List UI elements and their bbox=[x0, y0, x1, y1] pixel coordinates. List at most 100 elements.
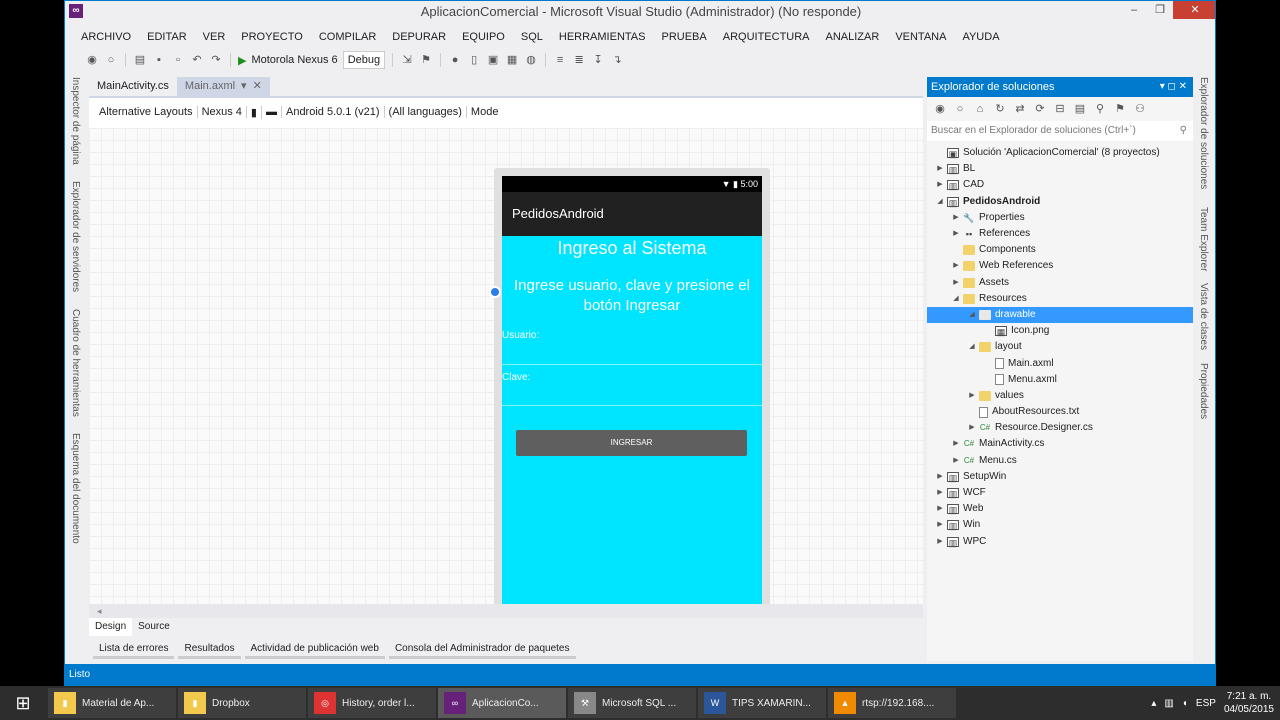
network-icon[interactable]: ▥ bbox=[1164, 698, 1173, 709]
rail-solution-explorer[interactable]: Explorador de soluciones bbox=[1198, 77, 1209, 189]
expand-toggle-icon[interactable]: ▶ bbox=[951, 210, 961, 226]
expand-toggle-icon[interactable]: ◢ bbox=[935, 194, 945, 210]
tree-item[interactable]: ▶ C# Menu.cs bbox=[927, 453, 1193, 469]
save-all-icon[interactable]: ▫ bbox=[171, 53, 185, 67]
attach-icon[interactable]: ⇲ bbox=[400, 53, 414, 67]
team-icon[interactable]: ⚇ bbox=[1133, 102, 1147, 116]
minimize-button[interactable]: – bbox=[1121, 1, 1147, 19]
panel-controls[interactable]: ▾ ◻ ✕ bbox=[1160, 77, 1187, 97]
tree-item[interactable]: ▶ ▥ BL bbox=[927, 161, 1193, 177]
tree-item[interactable]: ▶ ▥ Web bbox=[927, 501, 1193, 517]
menu-analizar[interactable]: ANALIZAR bbox=[818, 27, 888, 47]
tree-item[interactable]: ▶ values bbox=[927, 388, 1193, 404]
user-field[interactable] bbox=[502, 364, 762, 365]
redo-icon[interactable]: ↷ bbox=[209, 53, 223, 67]
rail-page-inspector[interactable]: Inspector de página bbox=[70, 77, 81, 165]
home-icon[interactable]: ⌂ bbox=[973, 102, 987, 116]
rail-class-view[interactable]: Vista de clases bbox=[1198, 283, 1209, 350]
run-target-dropdown[interactable]: Motorola Nexus 6 bbox=[251, 54, 337, 66]
expand-toggle-icon[interactable]: ▶ bbox=[935, 534, 945, 550]
design-canvas[interactable]: ▼ ▮ 5:00 PedidosAndroid Ingreso al Siste… bbox=[89, 128, 923, 618]
expand-toggle-icon[interactable]: ◢ bbox=[967, 307, 977, 323]
sync-icon[interactable]: ⇄ bbox=[1013, 102, 1027, 116]
tree-item[interactable]: ◢ layout bbox=[927, 339, 1193, 355]
rail-team-explorer[interactable]: Team Explorer bbox=[1198, 207, 1209, 271]
menu-sql[interactable]: SQL bbox=[513, 27, 551, 47]
expand-toggle-icon[interactable]: ▶ bbox=[935, 469, 945, 485]
expand-toggle-icon[interactable]: ▶ bbox=[935, 501, 945, 517]
alternative-layouts-button[interactable]: Alternative Layouts bbox=[99, 106, 198, 118]
tree-item[interactable]: ▶ C# Resource.Designer.cs bbox=[927, 420, 1193, 436]
tree-item[interactable]: ▣ Solución 'AplicacionComercial' (8 proye… bbox=[927, 145, 1193, 161]
taskbar-button[interactable]: W TIPS XAMARIN... bbox=[698, 688, 826, 718]
tree-item[interactable]: ▶ C# MainActivity.cs bbox=[927, 436, 1193, 452]
forward-icon[interactable]: ○ bbox=[953, 102, 967, 116]
bookmark-icon[interactable]: ⚑ bbox=[419, 53, 433, 67]
expand-toggle-icon[interactable]: ▶ bbox=[935, 485, 945, 501]
configuration-dropdown[interactable]: Debug bbox=[342, 51, 386, 69]
taskbar-button[interactable]: ▲ rtsp://192.168.... bbox=[828, 688, 956, 718]
password-label[interactable]: Clave: bbox=[502, 372, 530, 383]
tree-item[interactable]: ▶ ▪▪ References bbox=[927, 226, 1193, 242]
expand-toggle-icon[interactable]: ◢ bbox=[951, 291, 961, 307]
preview-icon[interactable]: ⚑ bbox=[1113, 102, 1127, 116]
step-icon[interactable]: ↧ bbox=[591, 53, 605, 67]
tree-item[interactable]: ▶ ▥ CAD bbox=[927, 177, 1193, 193]
globe-icon[interactable]: ◍ bbox=[524, 53, 538, 67]
clock[interactable]: 7:21 a. m. 04/05/2015 bbox=[1224, 690, 1274, 716]
expand-toggle-icon[interactable]: ▶ bbox=[951, 258, 961, 274]
rail-properties[interactable]: Propiedades bbox=[1198, 363, 1209, 419]
comment-icon[interactable]: ≡ bbox=[553, 53, 567, 67]
tree-item[interactable]: Menu.axml bbox=[927, 372, 1193, 388]
tab-mainactivity[interactable]: MainActivity.cs bbox=[89, 77, 177, 96]
tree-item[interactable]: Components bbox=[927, 242, 1193, 258]
start-debug-icon[interactable]: ▶ bbox=[238, 54, 246, 67]
forward-icon[interactable]: ○ bbox=[104, 53, 118, 67]
uncomment-icon[interactable]: ≣ bbox=[572, 53, 586, 67]
menu-ayuda[interactable]: AYUDA bbox=[954, 27, 1007, 47]
menu-ventana[interactable]: VENTANA bbox=[887, 27, 954, 47]
window-icon[interactable]: ▣ bbox=[486, 53, 500, 67]
rail-server-explorer[interactable]: Explorador de servidores bbox=[70, 181, 81, 292]
tree-item[interactable]: ▶ ▥ WPC bbox=[927, 534, 1193, 550]
breakpoint-icon[interactable]: ● bbox=[448, 53, 462, 67]
expand-toggle-icon[interactable]: ▶ bbox=[951, 226, 961, 242]
properties-icon[interactable]: ⚲ bbox=[1093, 102, 1107, 116]
device-dropdown[interactable]: Nexus 4 bbox=[202, 106, 247, 118]
back-icon[interactable]: ◉ bbox=[933, 102, 947, 116]
menu-equipo[interactable]: EQUIPO bbox=[454, 27, 513, 47]
show-all-icon[interactable]: ▤ bbox=[1073, 102, 1087, 116]
solution-search-input[interactable]: Buscar en el Explorador de soluciones (C… bbox=[927, 121, 1193, 141]
tree-item[interactable]: ▶ ▥ Win bbox=[927, 517, 1193, 533]
tree-item[interactable]: ◢ Resources bbox=[927, 291, 1193, 307]
tree-item[interactable]: ◢ ▥ PedidosAndroid bbox=[927, 194, 1193, 210]
close-button[interactable]: ✕ bbox=[1173, 1, 1215, 19]
ingresar-button[interactable]: INGRESAR bbox=[516, 430, 747, 456]
step-over-icon[interactable]: ↴ bbox=[610, 53, 624, 67]
tree-item[interactable]: ▦ Icon.png bbox=[927, 323, 1193, 339]
taskbar-button[interactable]: ⚒ Microsoft SQL ... bbox=[568, 688, 696, 718]
output-tab[interactable]: Resultados bbox=[178, 641, 241, 659]
login-heading[interactable]: Ingreso al Sistema bbox=[502, 238, 762, 259]
tree-item[interactable]: AboutResources.txt bbox=[927, 404, 1193, 420]
tree-item[interactable]: ▶ ▥ WCF bbox=[927, 485, 1193, 501]
user-label[interactable]: Usuario: bbox=[502, 330, 539, 341]
taskbar-button[interactable]: ◎ History, order l... bbox=[308, 688, 436, 718]
mode-dropdown[interactable]: Mode bbox=[471, 106, 503, 118]
expand-toggle-icon[interactable]: ▶ bbox=[951, 453, 961, 469]
api-level-dropdown[interactable]: Android 5.0.1 (v21) bbox=[286, 106, 385, 118]
tree-item[interactable]: Main.axml bbox=[927, 355, 1193, 371]
taskbar-button[interactable]: ∞ AplicacionCo... bbox=[438, 688, 566, 718]
menu-compilar[interactable]: COMPILAR bbox=[311, 27, 384, 47]
login-instructions[interactable]: Ingrese usuario, clave y presione el bot… bbox=[502, 276, 762, 316]
output-tab[interactable]: Consola del Administrador de paquetes bbox=[388, 641, 576, 659]
horizontal-scrollbar[interactable]: ◂ bbox=[89, 604, 923, 618]
expand-toggle-icon[interactable]: ▶ bbox=[951, 436, 961, 452]
menu-ver[interactable]: VER bbox=[195, 27, 234, 47]
language-dropdown[interactable]: (All languages) bbox=[389, 106, 467, 118]
grid-icon[interactable]: ▦ bbox=[505, 53, 519, 67]
search-icon[interactable]: ⚲ bbox=[1180, 121, 1187, 141]
menu-herramientas[interactable]: HERRAMIENTAS bbox=[551, 27, 654, 47]
password-field[interactable] bbox=[502, 405, 762, 406]
refresh-icon[interactable]: ⟳ bbox=[1033, 102, 1047, 116]
